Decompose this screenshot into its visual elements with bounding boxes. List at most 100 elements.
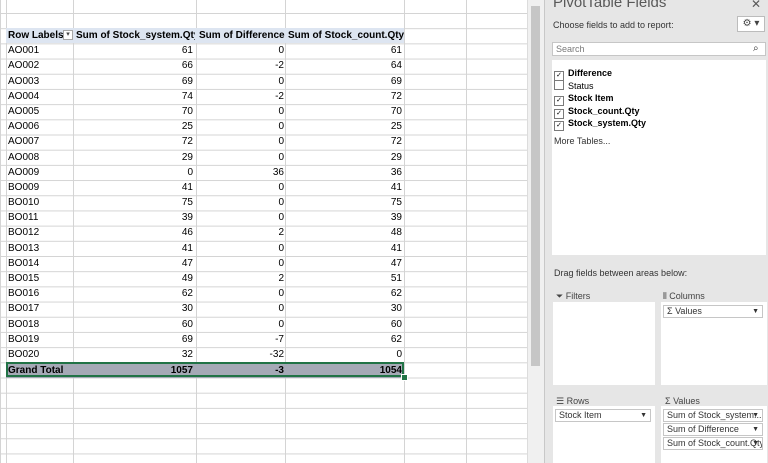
pivot-row[interactable]: BO020 32 -32 0 — [6, 347, 404, 362]
checkbox-checked-icon[interactable]: ✓ — [554, 108, 564, 119]
stock-count-cell[interactable]: 51 — [286, 271, 402, 286]
chevron-down-icon[interactable]: ▼ — [640, 410, 647, 421]
row-label-cell[interactable]: BO013 — [6, 241, 74, 256]
pivot-row[interactable]: AO003 69 0 69 — [6, 74, 404, 89]
row-label-cell[interactable]: AO007 — [6, 134, 74, 149]
pivot-row[interactable]: BO010 75 0 75 — [6, 195, 404, 210]
row-label-cell[interactable]: BO012 — [6, 225, 74, 240]
difference-cell[interactable]: -2 — [196, 89, 284, 104]
stock-count-cell[interactable]: 48 — [286, 225, 402, 240]
values-area[interactable]: Sum of Stock_system.... ▼ Sum of Differenc… — [661, 406, 767, 463]
row-label-cell[interactable]: BO018 — [6, 317, 74, 332]
stock-system-cell[interactable]: 69 — [74, 74, 193, 89]
row-label-cell[interactable]: AO001 — [6, 43, 74, 58]
spreadsheet-grid[interactable]: Row Labels ▾ Sum of Stock_system.Qty Sum… — [0, 0, 527, 463]
values-field-chip[interactable]: Sum of Stock_system.... ▼ — [663, 409, 763, 422]
row-label-cell[interactable]: AO009 — [6, 165, 74, 180]
chevron-down-icon[interactable]: ▼ — [752, 410, 759, 421]
stock-system-cell[interactable]: 62 — [74, 286, 193, 301]
grand-total-stock-system[interactable]: 1057 — [74, 363, 193, 378]
checkbox-empty-icon[interactable] — [554, 79, 564, 90]
close-icon[interactable]: ✕ — [751, 0, 761, 11]
rows-area[interactable]: Stock Item ▼ — [553, 406, 655, 463]
difference-cell[interactable]: 0 — [196, 256, 284, 271]
stock-count-cell[interactable]: 61 — [286, 43, 402, 58]
stock-system-cell[interactable]: 69 — [74, 332, 193, 347]
more-tables-link[interactable]: More Tables... — [554, 136, 610, 146]
checkbox-checked-icon[interactable]: ✓ — [554, 121, 564, 132]
row-label-cell[interactable]: BO011 — [6, 210, 74, 225]
stock-system-cell[interactable]: 32 — [74, 347, 193, 362]
filters-area[interactable] — [553, 302, 655, 385]
stock-count-cell[interactable]: 62 — [286, 332, 402, 347]
difference-cell[interactable]: 0 — [196, 286, 284, 301]
pivot-row[interactable]: AO009 0 36 36 — [6, 165, 404, 180]
stock-count-cell[interactable]: 41 — [286, 180, 402, 195]
chevron-down-icon[interactable]: ▼ — [752, 306, 759, 317]
field-search-input[interactable] — [552, 42, 766, 56]
row-label-cell[interactable]: BO010 — [6, 195, 74, 210]
checkbox-checked-icon[interactable]: ✓ — [554, 71, 564, 81]
header-sum-difference[interactable]: Sum of Difference — [197, 28, 287, 43]
stock-count-cell[interactable]: 62 — [286, 286, 402, 301]
difference-cell[interactable]: -32 — [196, 347, 284, 362]
row-label-cell[interactable]: BO017 — [6, 301, 74, 316]
row-label-cell[interactable]: AO003 — [6, 74, 74, 89]
row-label-cell[interactable]: BO015 — [6, 271, 74, 286]
row-label-cell[interactable]: AO002 — [6, 58, 74, 73]
stock-count-cell[interactable]: 60 — [286, 317, 402, 332]
difference-cell[interactable]: -2 — [196, 58, 284, 73]
vertical-scrollbar[interactable] — [527, 0, 544, 463]
row-label-cell[interactable]: BO014 — [6, 256, 74, 271]
stock-system-cell[interactable]: 72 — [74, 134, 193, 149]
pivot-row[interactable]: BO012 46 2 48 — [6, 225, 404, 240]
field-item[interactable]: ✓ Stock_count.Qty — [554, 105, 640, 119]
row-labels-filter-button[interactable]: ▾ — [63, 30, 73, 40]
chevron-down-icon[interactable]: ▼ — [752, 438, 759, 449]
stock-system-cell[interactable]: 41 — [74, 241, 193, 256]
stock-system-cell[interactable]: 39 — [74, 210, 193, 225]
stock-count-cell[interactable]: 72 — [286, 89, 402, 104]
rows-field-chip[interactable]: Stock Item ▼ — [555, 409, 651, 422]
checkbox-checked-icon[interactable]: ✓ — [554, 96, 564, 107]
row-label-cell[interactable]: BO016 — [6, 286, 74, 301]
pivot-row[interactable]: BO013 41 0 41 — [6, 241, 404, 256]
scrollbar-thumb[interactable] — [531, 6, 540, 366]
stock-system-cell[interactable]: 61 — [74, 43, 193, 58]
stock-count-cell[interactable]: 70 — [286, 104, 402, 119]
stock-system-cell[interactable]: 25 — [74, 119, 193, 134]
stock-count-cell[interactable]: 39 — [286, 210, 402, 225]
difference-cell[interactable]: 0 — [196, 150, 284, 165]
stock-count-cell[interactable]: 0 — [286, 347, 402, 362]
header-sum-stock-system[interactable]: Sum of Stock_system.Qty — [74, 28, 195, 43]
difference-cell[interactable]: 0 — [196, 119, 284, 134]
stock-system-cell[interactable]: 75 — [74, 195, 193, 210]
difference-cell[interactable]: -7 — [196, 332, 284, 347]
stock-system-cell[interactable]: 74 — [74, 89, 193, 104]
row-label-cell[interactable]: AO008 — [6, 150, 74, 165]
field-item[interactable]: Status — [554, 79, 594, 92]
difference-cell[interactable]: 0 — [196, 134, 284, 149]
stock-system-cell[interactable]: 60 — [74, 317, 193, 332]
pivot-row[interactable]: AO004 74 -2 72 — [6, 89, 404, 104]
field-item[interactable]: ✓ Stock Item — [554, 92, 614, 107]
difference-cell[interactable]: 2 — [196, 271, 284, 286]
difference-cell[interactable]: 0 — [196, 104, 284, 119]
difference-cell[interactable]: 0 — [196, 301, 284, 316]
grand-total-row[interactable]: Grand Total 1057 -3 1054 — [6, 362, 404, 379]
fill-handle[interactable] — [401, 374, 408, 382]
pivot-row[interactable]: BO009 41 0 41 — [6, 180, 404, 195]
pivot-row[interactable]: AO007 72 0 72 — [6, 134, 404, 149]
stock-system-cell[interactable]: 66 — [74, 58, 193, 73]
difference-cell[interactable]: 36 — [196, 165, 284, 180]
pivot-row[interactable]: BO018 60 0 60 — [6, 317, 404, 332]
pivot-row[interactable]: AO002 66 -2 64 — [6, 58, 404, 73]
stock-count-cell[interactable]: 25 — [286, 119, 402, 134]
difference-cell[interactable]: 2 — [196, 225, 284, 240]
gear-icon[interactable]: ⚙ ▾ — [737, 16, 765, 32]
pivot-row[interactable]: AO001 61 0 61 — [6, 43, 404, 58]
row-label-cell[interactable]: AO006 — [6, 119, 74, 134]
row-label-cell[interactable]: AO005 — [6, 104, 74, 119]
difference-cell[interactable]: 0 — [196, 43, 284, 58]
field-item[interactable]: ✓ Difference — [554, 67, 612, 81]
